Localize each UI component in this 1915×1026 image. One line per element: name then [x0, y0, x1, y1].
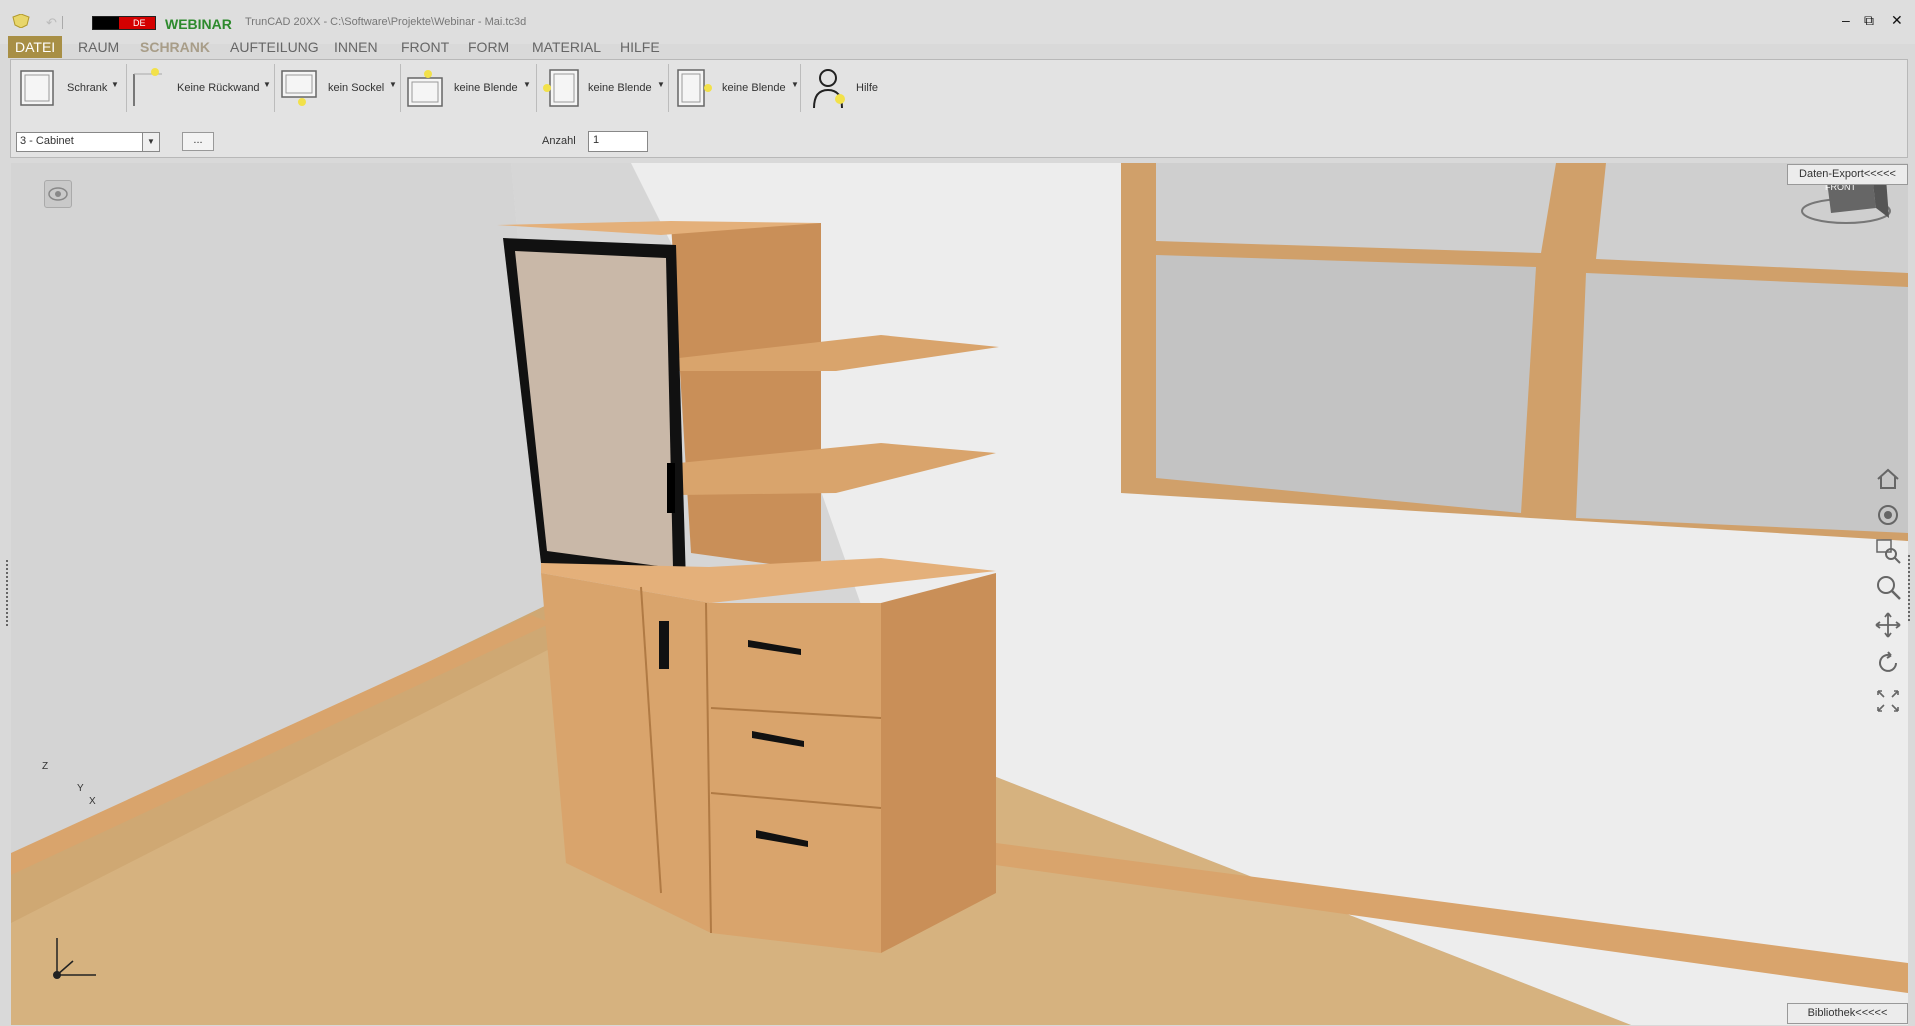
restore-button[interactable]: ⧉ [1864, 12, 1874, 29]
ribbon-divider [126, 64, 127, 112]
bibliothek-tab[interactable]: Bibliothek<<<<< [1787, 1003, 1908, 1024]
blende-oben-button[interactable]: keine Blende ▼ [406, 68, 532, 110]
door-handle [659, 621, 669, 669]
orbit-icon[interactable] [1873, 500, 1903, 530]
menu-innen[interactable]: INNEN [329, 36, 383, 58]
language-code: DE [133, 18, 146, 28]
chevron-down-icon[interactable]: ▼ [142, 133, 159, 151]
chevron-down-icon[interactable]: ▼ [791, 80, 799, 89]
home-icon[interactable] [1873, 464, 1903, 494]
chevron-down-icon[interactable]: ▼ [111, 80, 119, 89]
window [1121, 163, 1908, 541]
minimize-button[interactable]: – [1842, 12, 1850, 28]
right-panel-icon [677, 69, 712, 107]
webinar-label: WEBINAR [165, 16, 232, 32]
visibility-toggle-button[interactable] [44, 180, 72, 208]
menu-schrank[interactable]: SCHRANK [135, 36, 215, 58]
eye-icon [48, 187, 68, 201]
glass-door-handle [667, 463, 675, 513]
sockel-label: kein Sockel [328, 82, 385, 94]
pan-icon[interactable] [1873, 610, 1903, 640]
ribbon-divider [274, 64, 275, 112]
schrank-button[interactable]: Schrank ▼ [18, 68, 120, 110]
zoom-icon[interactable] [1873, 572, 1903, 602]
cabinet-select-value: 3 - Cabinet [20, 135, 74, 147]
axis-label-y: Y [77, 783, 84, 794]
rueckwand-button[interactable]: Keine Rückwand ▼ [130, 68, 272, 110]
chevron-down-icon[interactable]: ▼ [657, 80, 665, 89]
blende-oben-label: keine Blende [454, 82, 518, 94]
menu-front[interactable]: FRONT [396, 36, 454, 58]
help-person-icon [813, 69, 845, 108]
lower-cabinet-side [881, 573, 996, 953]
menu-raum[interactable]: RAUM [73, 36, 124, 58]
ribbon-divider [668, 64, 669, 112]
blende-rechts-label: keine Blende [722, 82, 786, 94]
top-panel-icon [407, 70, 443, 107]
more-options-button[interactable]: ... [182, 132, 214, 151]
anzahl-input[interactable]: 1 [588, 131, 648, 152]
fit-icon[interactable] [1873, 686, 1903, 716]
daten-export-tab[interactable]: Daten-Export<<<<< [1787, 164, 1908, 185]
menu-hilfe[interactable]: HILFE [615, 36, 665, 58]
left-panel-icon [543, 69, 579, 107]
ribbon-divider [536, 64, 537, 112]
menu-aufteilung[interactable]: AUFTEILUNG [225, 36, 324, 58]
menu-form[interactable]: FORM [463, 36, 514, 58]
hilfe-label: Hilfe [856, 82, 879, 94]
cabinet-select[interactable]: 3 - Cabinet ▼ [16, 132, 160, 152]
axis-label-z: Z [42, 761, 49, 772]
cabinet-icon [20, 70, 54, 106]
menu-datei[interactable]: DATEI [8, 36, 63, 58]
chevron-down-icon[interactable]: ▼ [523, 80, 531, 89]
app-logo-icon[interactable] [12, 14, 30, 28]
rotate-icon[interactable] [1873, 648, 1903, 678]
right-panel-handle[interactable] [1908, 555, 1914, 621]
menu-material[interactable]: MATERIAL [527, 36, 606, 58]
blende-links-label: keine Blende [588, 82, 652, 94]
window-title: TrunCAD 20XX - C:\Software\Projekte\Webi… [245, 16, 527, 28]
ribbon-divider [400, 64, 401, 112]
ribbon-divider [800, 64, 801, 112]
anzahl-label: Anzahl [542, 135, 576, 147]
chevron-down-icon[interactable]: ▼ [389, 80, 397, 89]
undo-icon[interactable]: ↶ [46, 15, 57, 31]
language-flag-icon[interactable]: DE [92, 16, 156, 30]
back-panel-icon [133, 68, 162, 106]
blende-rechts-button[interactable]: keine Blende ▼ [674, 68, 800, 110]
axis-label-x: X [89, 796, 96, 807]
3d-scene [11, 163, 1908, 1025]
toolbar-divider [62, 16, 63, 29]
3d-viewport[interactable]: FRONT Z Y X [11, 163, 1908, 1025]
chevron-down-icon[interactable]: ▼ [263, 80, 271, 89]
zoom-window-icon[interactable] [1873, 536, 1903, 566]
plinth-icon [281, 70, 317, 106]
cabinet-side [671, 223, 821, 571]
schrank-label: Schrank [67, 82, 108, 94]
left-panel-handle[interactable] [6, 560, 12, 626]
sockel-button[interactable]: kein Sockel ▼ [280, 68, 398, 110]
blende-links-button[interactable]: keine Blende ▼ [542, 68, 666, 110]
close-button[interactable]: ✕ [1891, 12, 1903, 29]
hilfe-button[interactable]: Hilfe [810, 68, 890, 110]
rueckwand-label: Keine Rückwand [177, 82, 260, 94]
